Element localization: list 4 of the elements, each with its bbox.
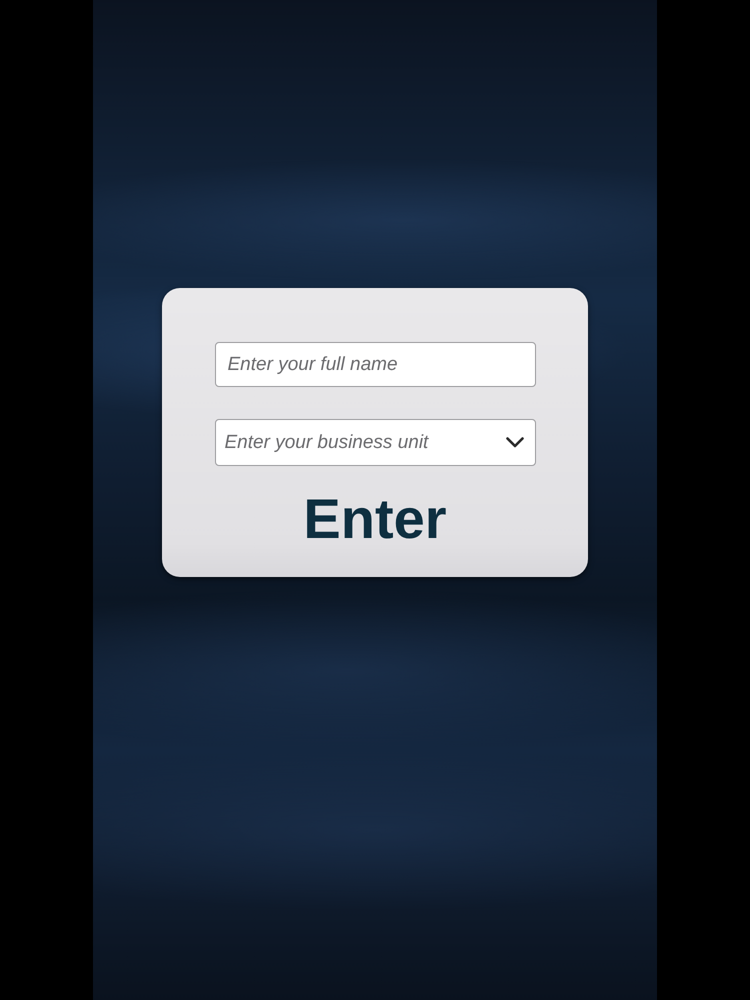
enter-button[interactable]: Enter <box>299 488 451 550</box>
business-unit-dropdown[interactable]: Enter your business unit <box>214 419 536 466</box>
name-input-field[interactable]: Enter your full name <box>214 342 536 387</box>
chevron-down-icon <box>506 437 524 448</box>
